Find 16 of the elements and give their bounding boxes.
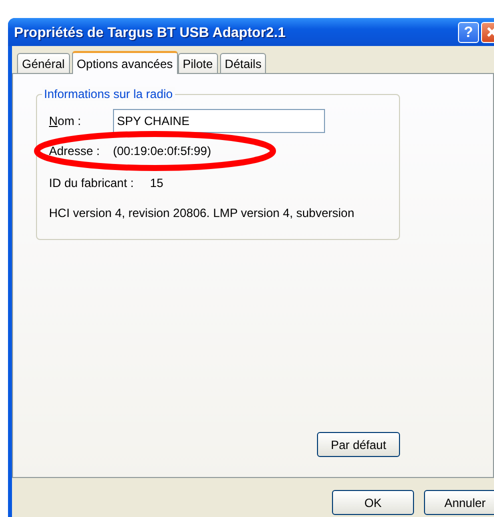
address-value: (00:19:0e:0f:5f:99) [113, 144, 212, 158]
window-title: Propriétés de Targus BT USB Adaptor2.1 [14, 24, 286, 40]
tab[interactable]: Détails [220, 53, 266, 73]
tab[interactable]: Général [17, 53, 70, 73]
tab[interactable]: Pilote [178, 53, 218, 73]
field-label: ID du fabricant : [49, 176, 135, 190]
group-title: Informations sur la radio [42, 87, 175, 101]
version-info: HCI version 4, revision 20806. LMP version 4, subversion [49, 206, 354, 220]
manufacturer-value: 15 [150, 176, 164, 190]
field-label: Nom : [49, 114, 82, 128]
defaults-button[interactable]: Par défaut [317, 432, 400, 457]
name-field[interactable]: SPY CHAINE [113, 109, 325, 133]
field-label: Adresse : [49, 144, 101, 158]
ok-button[interactable]: OK [332, 490, 414, 515]
tab[interactable]: Options avancées [72, 51, 178, 74]
cancel-button[interactable]: Annuler [424, 490, 494, 515]
